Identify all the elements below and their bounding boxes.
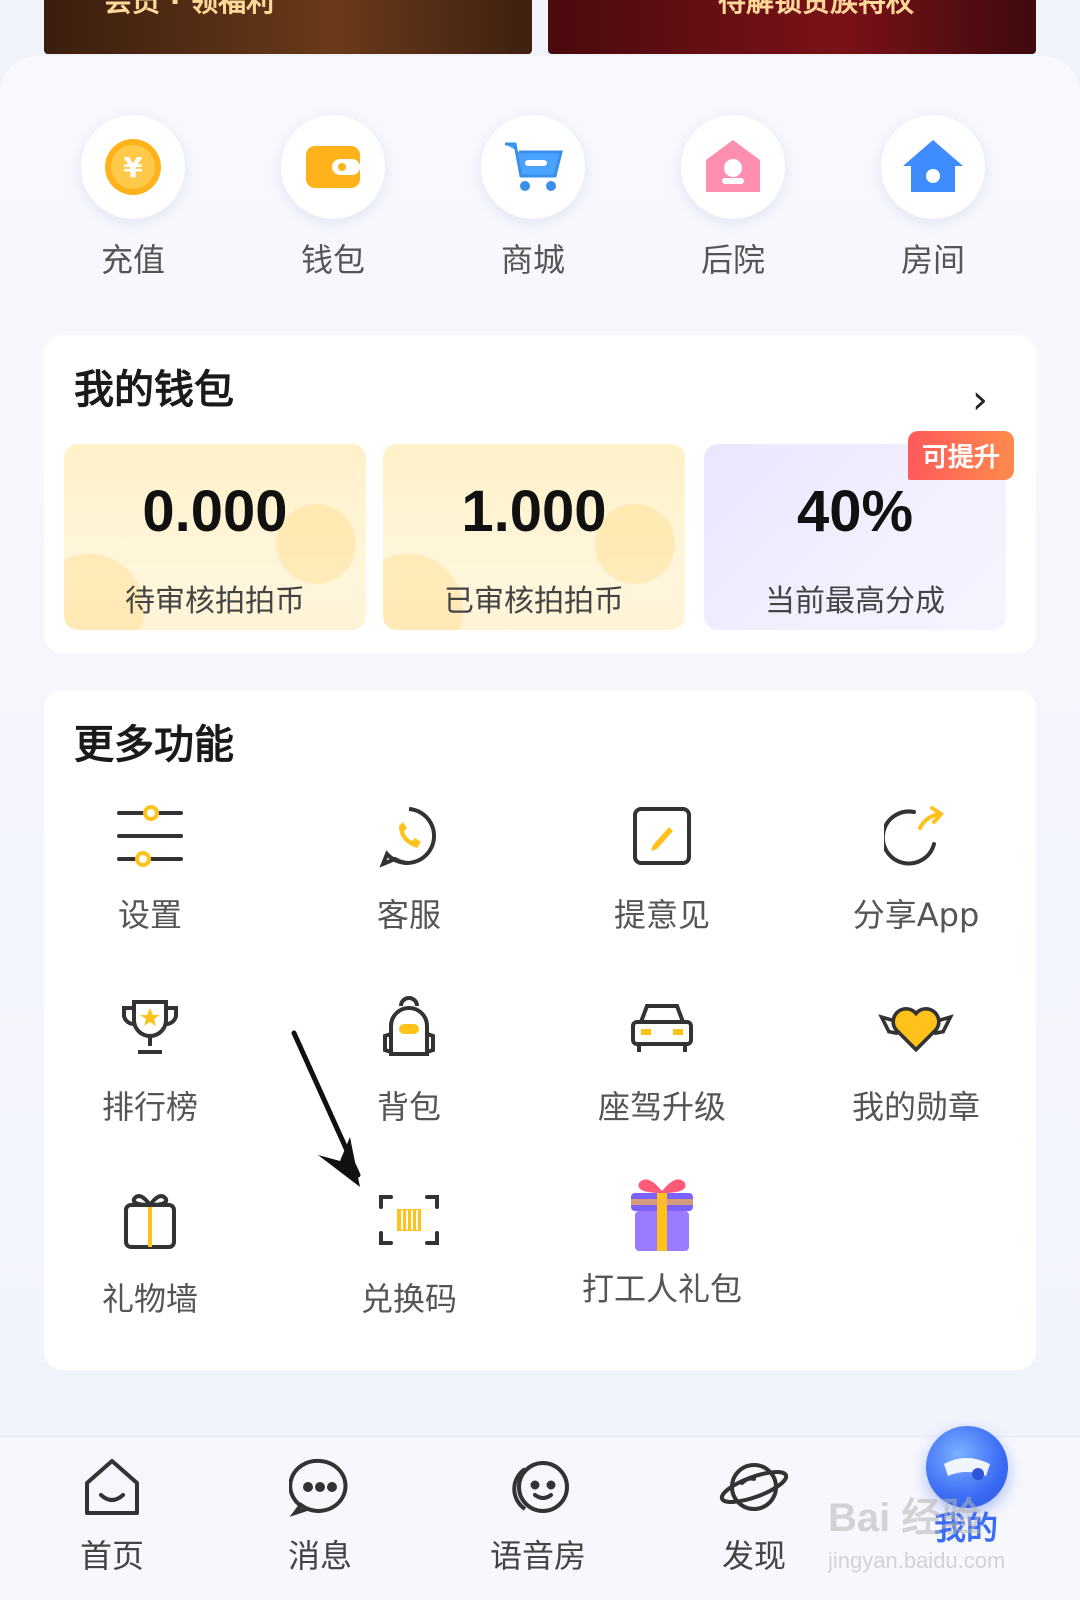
gift-wall-icon — [112, 1182, 188, 1258]
more-functions-title: 更多功能 — [74, 722, 234, 768]
vip-banner[interactable]: 会员 · 领福利 — [44, 0, 532, 54]
func-my-medals[interactable]: 我的勋章 — [816, 990, 1016, 1128]
nav-messages[interactable]: 消息 — [250, 1451, 390, 1577]
func-gift-wall[interactable]: 礼物墙 — [50, 1182, 250, 1320]
vip-banner-text: 会员 · 领福利 — [104, 0, 275, 18]
redeem-code-scan-icon — [371, 1182, 447, 1258]
func-label: 客服 — [376, 896, 441, 934]
nav-voice-room[interactable]: 语音房 — [468, 1451, 608, 1577]
home-icon — [76, 1451, 148, 1523]
customer-service-phone-icon — [371, 798, 447, 874]
message-icon — [284, 1451, 356, 1523]
stat-label: 待审核拍拍币 — [125, 584, 305, 619]
quick-label-recharge: 充值 — [100, 241, 165, 279]
wallet-icon — [281, 115, 385, 219]
func-share-app[interactable]: 分享App — [816, 798, 1016, 936]
func-settings[interactable]: 设置 — [50, 798, 250, 936]
wallet-card[interactable]: 我的钱包 › 0.000 待审核拍拍币 1.000 已审核拍拍币 40% 当前最… — [44, 335, 1036, 653]
watermark-logo: Bai 经验 — [828, 1496, 982, 1540]
stat-pending-coins[interactable]: 0.000 待审核拍拍币 — [64, 444, 366, 630]
settings-sliders-icon — [112, 798, 188, 874]
func-label: 兑换码 — [360, 1280, 457, 1318]
backpack-icon — [371, 990, 447, 1066]
annotation-arrow-icon — [291, 1030, 361, 1187]
func-label: 座驾升级 — [597, 1088, 726, 1126]
stat-label: 已审核拍拍币 — [444, 584, 624, 619]
func-label: 礼物墙 — [101, 1280, 198, 1318]
medal-heart-icon — [878, 990, 954, 1066]
car-icon — [624, 990, 700, 1066]
nav-label: 语音房 — [489, 1537, 586, 1575]
func-label: 分享App — [852, 896, 980, 934]
share-icon — [878, 798, 954, 874]
func-redeem-code[interactable]: 兑换码 — [309, 1182, 509, 1320]
func-label: 我的勋章 — [851, 1088, 980, 1126]
feedback-edit-icon — [624, 798, 700, 874]
stat-value: 0.000 — [142, 479, 288, 544]
quick-item-room[interactable]: 房间 — [873, 115, 993, 281]
quick-label-room: 房间 — [900, 241, 965, 279]
func-worker-gift-pack[interactable]: 打工人礼包 — [562, 1170, 762, 1310]
quick-item-recharge[interactable]: ¥ 充值 — [73, 115, 193, 281]
more-functions-card: 更多功能 设置 客服 提意见 分享App 排行榜 背包 座驾升级 我的勋章 礼物… — [44, 690, 1036, 1370]
watermark-url: jingyan.baidu.com — [828, 1548, 1006, 1573]
func-customer-service[interactable]: 客服 — [309, 798, 509, 936]
shop-cart-icon — [481, 115, 585, 219]
quick-label-wallet: 钱包 — [300, 241, 365, 279]
stat-label: 当前最高分成 — [765, 584, 945, 619]
quick-item-backyard[interactable]: 后院 — [673, 115, 793, 281]
nav-home[interactable]: 首页 — [42, 1451, 182, 1577]
backyard-house-icon — [681, 115, 785, 219]
nav-label: 消息 — [287, 1537, 352, 1575]
quick-actions-row: ¥ 充值 钱包 商城 后院 房间 — [0, 115, 1080, 285]
trophy-icon — [112, 990, 188, 1066]
stat-value: 1.000 — [461, 479, 607, 544]
noble-banner-text: 待解锁贵族特权 — [718, 0, 915, 18]
room-house-icon — [881, 115, 985, 219]
nav-discover[interactable]: 发现 — [684, 1451, 824, 1577]
nav-label: 发现 — [721, 1537, 786, 1575]
nav-label: 首页 — [79, 1537, 144, 1575]
chevron-right-icon[interactable]: › — [972, 377, 988, 423]
noble-banner[interactable]: 待解锁贵族特权 — [548, 0, 1036, 54]
func-label: 设置 — [117, 896, 182, 934]
func-feedback[interactable]: 提意见 — [562, 798, 762, 936]
recharge-coin-icon: ¥ — [81, 115, 185, 219]
svg-text:¥: ¥ — [123, 151, 143, 184]
stat-value: 40% — [796, 479, 914, 544]
func-label: 提意见 — [613, 896, 710, 934]
func-label: 排行榜 — [101, 1088, 198, 1126]
discover-planet-icon — [718, 1451, 790, 1523]
wallet-title: 我的钱包 — [74, 367, 234, 413]
voice-room-icon — [502, 1451, 574, 1523]
quick-item-shop[interactable]: 商城 — [473, 115, 593, 281]
gift-box-icon — [618, 1170, 706, 1258]
upgrade-badge: 可提升 — [907, 431, 1014, 480]
func-leaderboard[interactable]: 排行榜 — [50, 990, 250, 1128]
quick-label-backyard: 后院 — [700, 241, 765, 279]
func-label: 打工人礼包 — [581, 1270, 742, 1308]
stat-approved-coins[interactable]: 1.000 已审核拍拍币 — [383, 444, 685, 630]
func-car-upgrade[interactable]: 座驾升级 — [562, 990, 762, 1128]
quick-item-wallet[interactable]: 钱包 — [273, 115, 393, 281]
quick-label-shop: 商城 — [500, 241, 565, 279]
